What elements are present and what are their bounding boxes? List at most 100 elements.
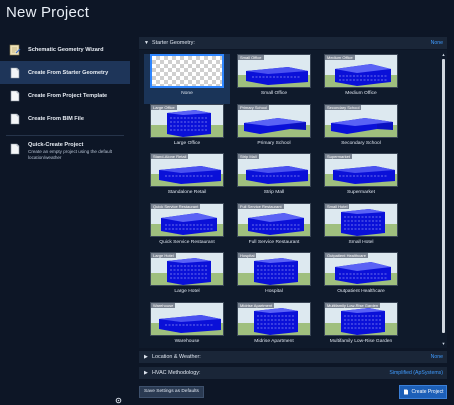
geometry-option[interactable]: Quick Service Restaurant Quick Service Re… — [144, 202, 230, 253]
sidebar-item-label: Create From Project Template — [28, 92, 108, 99]
geometry-thumbnail: Full Service Restaurant — [237, 202, 311, 237]
thumbnail-caption: Hospital — [238, 253, 257, 258]
scrollbar-thumb[interactable] — [442, 59, 445, 333]
geometry-name: Full Service Restaurant — [248, 239, 300, 245]
thumbnail-caption: Large Hotel — [151, 253, 176, 258]
geometry-name: Large Office — [173, 140, 201, 146]
main-panel: ▼ Starter Geometry: None None Small Offi… — [139, 37, 447, 397]
geometry-option[interactable]: Multifamily Low-Rise Garden Multifamily L… — [318, 301, 404, 349]
sidebar-item-schematic-wizard[interactable]: Schematic Geometry Wizard — [0, 38, 130, 61]
geometry-option[interactable]: Primary School Primary School — [231, 103, 317, 154]
thumbnail-caption: Warehouse — [151, 302, 176, 308]
thumbnail-caption: Medium Office — [325, 55, 355, 60]
chevron-right-icon: ▶ — [144, 370, 148, 376]
scroll-down-icon[interactable]: ▼ — [441, 341, 446, 346]
starter-geometry-gallery: None Small Office Small Office Medium Off… — [139, 50, 447, 348]
geometry-option[interactable]: Hospital Hospital — [231, 252, 317, 302]
geometry-option[interactable]: Strip Mall Strip Mall — [231, 153, 317, 203]
thumbnail-caption: Stand-Alone Retail — [151, 154, 189, 159]
geometry-name: Standalone Retail — [167, 190, 207, 195]
geometry-name: Quick Service Restaurant — [159, 239, 215, 245]
geometry-option[interactable]: Supermarket Supermarket — [318, 153, 404, 203]
geometry-name: Supermarket — [347, 190, 375, 195]
geometry-thumbnail — [150, 54, 224, 88]
sidebar-item-project-template[interactable]: Create From Project Template — [0, 84, 130, 107]
geometry-option[interactable]: Large Hotel Large Hotel — [144, 252, 230, 302]
geometry-thumbnail: Large Office — [150, 103, 224, 138]
section-hvac-methodology-header[interactable]: ▶ HVAC Methodology: Simplified (ApSystem… — [139, 367, 447, 380]
geometry-thumbnail: Warehouse — [150, 301, 224, 336]
section-location-weather-header[interactable]: ▶ Location & Weather: None — [139, 351, 447, 364]
section-label: Location & Weather: — [152, 354, 201, 360]
page-icon — [10, 90, 20, 101]
geometry-option[interactable]: Small Hotel Small Hotel — [318, 202, 404, 253]
geometry-name: Multifamily Low-Rise Garden — [329, 338, 393, 344]
thumbnail-caption: Supermarket — [325, 154, 352, 159]
window-title: New Project — [6, 4, 90, 21]
geometry-thumbnail: Medium Office — [324, 54, 398, 88]
geometry-option[interactable]: Warehouse Warehouse — [144, 301, 230, 349]
section-label: Starter Geometry: — [152, 40, 195, 46]
geometry-option[interactable]: Full Service Restaurant Full Service Rest… — [231, 202, 317, 253]
scroll-up-icon[interactable]: ▲ — [441, 52, 446, 57]
geometry-thumbnail: Stand-Alone Retail — [150, 153, 224, 187]
save-defaults-button[interactable]: Save Settings as Defaults — [139, 386, 204, 398]
geometry-option[interactable]: Outpatient Healthcare Outpatient Healthca… — [318, 252, 404, 302]
page-icon — [10, 113, 20, 124]
sidebar-divider — [6, 135, 124, 136]
thumbnail-caption: Strip Mall — [238, 154, 259, 159]
thumbnail-caption: Small Office — [238, 55, 264, 60]
geometry-thumbnail: Outpatient Healthcare — [324, 252, 398, 286]
sidebar-item-starter-geometry[interactable]: Create From Starter Geometry — [0, 61, 130, 84]
geometry-name: Small Office — [260, 91, 288, 96]
gallery-scrollbar[interactable]: ▲ ▼ — [441, 52, 446, 346]
section-value: None — [430, 354, 443, 360]
geometry-option[interactable]: Midrise Apartment Midrise Apartment — [231, 301, 317, 349]
sidebar-item-bim-file[interactable]: Create From BIM File — [0, 107, 130, 130]
geometry-option[interactable]: Medium Office Medium Office — [318, 54, 404, 104]
thumbnail-caption: Quick Service Restaurant — [151, 203, 201, 209]
geometry-grid: None Small Office Small Office Medium Off… — [144, 54, 404, 348]
settings-gear-icon[interactable] — [115, 397, 122, 404]
geometry-name: Hospital — [265, 289, 283, 294]
geometry-thumbnail: Multifamily Low-Rise Garden — [324, 301, 398, 336]
section-starter-geometry-header[interactable]: ▼ Starter Geometry: None — [139, 37, 447, 50]
geometry-thumbnail: Quick Service Restaurant — [150, 202, 224, 237]
geometry-name: Primary School — [257, 140, 291, 146]
footer-bar: Save Settings as Defaults Create Project — [139, 385, 447, 400]
geometry-option[interactable]: Small Office Small Office — [231, 54, 317, 104]
sidebar-item-label: Create From Starter Geometry — [28, 69, 109, 76]
geometry-name: Secondary School — [341, 140, 381, 146]
geometry-name: Large Hotel — [174, 289, 200, 294]
wizard-icon — [9, 44, 21, 55]
create-project-label: Create Project — [411, 389, 444, 395]
geometry-thumbnail: Secondary School — [324, 103, 398, 138]
thumbnail-caption: Small Hotel — [325, 203, 350, 209]
geometry-name: Midrise Apartment — [254, 338, 294, 344]
geometry-name: Warehouse — [174, 338, 200, 344]
thumbnail-caption: Full Service Restaurant — [238, 203, 284, 209]
geometry-thumbnail: Primary School — [237, 103, 311, 138]
geometry-option[interactable]: Secondary School Secondary School — [318, 103, 404, 154]
geometry-thumbnail: Small Office — [237, 54, 311, 88]
create-project-button[interactable]: Create Project — [399, 385, 447, 399]
sidebar: Schematic Geometry Wizard Create From St… — [0, 38, 130, 161]
geometry-option[interactable]: Stand-Alone Retail Standalone Retail — [144, 153, 230, 203]
section-value: None — [430, 40, 443, 46]
page-icon — [403, 389, 408, 395]
thumbnail-caption: Multifamily Low-Rise Garden — [325, 302, 381, 308]
geometry-option[interactable]: Large Office Large Office — [144, 103, 230, 154]
section-label: HVAC Methodology: — [152, 370, 201, 376]
geometry-thumbnail: Small Hotel — [324, 202, 398, 237]
geometry-thumbnail: Midrise Apartment — [237, 301, 311, 336]
quick-create-title: Quick-Create Project — [28, 142, 84, 148]
geometry-option[interactable]: None — [144, 54, 230, 104]
thumbnail-caption: Outpatient Healthcare — [325, 253, 368, 258]
geometry-thumbnail: Strip Mall — [237, 153, 311, 187]
geometry-name: Small Hotel — [348, 239, 374, 245]
quick-create-description: Create an empty project using the defaul… — [28, 149, 113, 160]
thumbnail-caption: Midrise Apartment — [238, 302, 275, 308]
geometry-name: Strip Mall — [263, 190, 285, 195]
quick-create-item[interactable]: Quick-Create Project Create an empty pro… — [0, 142, 130, 161]
thumbnail-caption: Large Office — [151, 104, 177, 110]
